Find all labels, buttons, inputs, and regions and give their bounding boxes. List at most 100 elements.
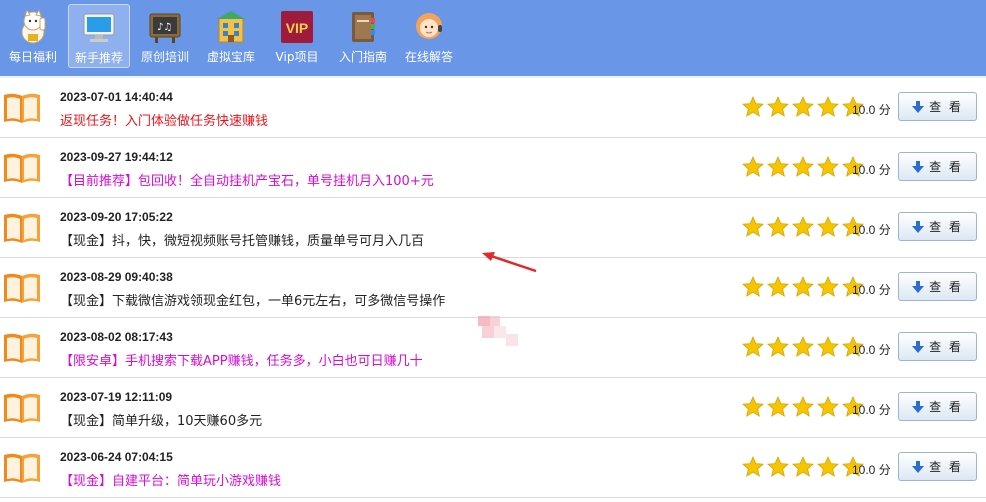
open-book-icon: [2, 91, 42, 125]
list-item: 2023-06-24 07:04:15 【现金】自建平台：简单玩小游戏赚钱 10.0…: [0, 438, 986, 498]
annotation-arrow: [482, 252, 537, 272]
open-book-icon: [2, 211, 42, 245]
score-text: 10.0 分: [852, 403, 891, 417]
view-button-label: 查 看: [929, 160, 963, 174]
download-arrow-icon: [912, 100, 925, 113]
star-icon: [742, 276, 764, 297]
view-button[interactable]: 查 看: [898, 92, 977, 121]
star-icon: [742, 336, 764, 357]
post-title-link[interactable]: 【现金】下载微信游戏领现金红包，一单6元左右，可多微信号操作: [60, 290, 445, 309]
post-title-link[interactable]: 【限安卓】手机搜索下载APP赚钱，任务多，小白也可日赚几十: [60, 350, 423, 369]
building-icon: [213, 10, 249, 44]
view-button-label: 查 看: [929, 460, 963, 474]
support-girl-icon: [411, 10, 447, 44]
score-text: 10.0 分: [852, 103, 891, 117]
post-title-link[interactable]: 【目前推荐】包回收！全自动挂机产宝石，单号挂机月入100+元: [60, 170, 434, 189]
star-rating: [742, 96, 867, 118]
top-nav: 每日福利 新手推荐 ♪♫ 原创培训 虚拟宝库 VIP Vip项目 入门指南 在线解答: [0, 0, 986, 78]
star-icon: [767, 216, 789, 237]
star-icon: [742, 156, 764, 177]
star-icon: [817, 216, 839, 237]
list-item: 2023-07-19 12:11:09 【现金】简单升级，10天赚60多元 10.0…: [0, 378, 986, 438]
star-rating: [742, 156, 867, 178]
lucky-cat-icon: [15, 8, 51, 44]
nav-label: 每日福利: [8, 50, 57, 64]
score-text: 10.0 分: [852, 223, 891, 237]
view-button[interactable]: 查 看: [898, 152, 977, 181]
post-title-link[interactable]: 【现金】抖，快，微短视频账号托管赚钱，质量单号可月入几百: [60, 230, 424, 249]
music-board-icon: ♪♫: [147, 10, 183, 44]
nav-label: 虚拟宝库: [206, 50, 255, 64]
post-title-link[interactable]: 【现金】简单升级，10天赚60多元: [60, 410, 262, 429]
star-icon: [767, 96, 789, 117]
star-icon: [767, 456, 789, 477]
nav-item-6[interactable]: 在线解答: [398, 4, 460, 68]
view-button[interactable]: 查 看: [898, 452, 977, 481]
view-button-label: 查 看: [929, 100, 963, 114]
post-title-link[interactable]: 返现任务！入门体验做任务快速赚钱: [60, 110, 268, 129]
post-date: 2023-07-19 12:11:09: [60, 390, 173, 404]
star-icon: [767, 156, 789, 177]
view-button-label: 查 看: [929, 340, 963, 354]
nav-item-5[interactable]: 入门指南: [332, 4, 394, 68]
view-button-label: 查 看: [929, 280, 963, 294]
download-arrow-icon: [912, 160, 925, 173]
nav-item-0[interactable]: 每日福利: [2, 4, 64, 68]
star-icon: [767, 336, 789, 357]
star-icon: [792, 456, 814, 477]
star-rating: [742, 336, 867, 358]
download-arrow-icon: [912, 460, 925, 473]
star-icon: [767, 276, 789, 297]
score-text: 10.0 分: [852, 463, 891, 477]
post-title-link[interactable]: 【现金】自建平台：简单玩小游戏赚钱: [60, 470, 281, 489]
download-arrow-icon: [912, 220, 925, 233]
book-icon: [345, 10, 381, 44]
star-icon: [792, 396, 814, 417]
article-list: 2023-07-01 14:40:44 返现任务！入门体验做任务快速赚钱 10.0 …: [0, 78, 986, 498]
star-icon: [792, 216, 814, 237]
nav-label: Vip项目: [275, 50, 319, 64]
view-button[interactable]: 查 看: [898, 332, 977, 361]
star-rating: [742, 396, 867, 418]
nav-label: 入门指南: [338, 50, 387, 64]
list-item: 2023-09-20 17:05:22 【现金】抖，快，微短视频账号托管赚钱，质量…: [0, 198, 986, 258]
vip-text: VIP: [286, 20, 309, 36]
nav-label: 在线解答: [404, 50, 453, 64]
computer-icon: [81, 11, 117, 45]
star-icon: [742, 396, 764, 417]
nav-item-3[interactable]: 虚拟宝库: [200, 4, 262, 68]
nav-item-2[interactable]: ♪♫ 原创培训: [134, 4, 196, 68]
post-date: 2023-07-01 14:40:44: [60, 90, 173, 104]
star-icon: [817, 396, 839, 417]
list-item: 2023-09-27 19:44:12 【目前推荐】包回收！全自动挂机产宝石，单号…: [0, 138, 986, 198]
score-text: 10.0 分: [852, 163, 891, 177]
post-date: 2023-06-24 07:04:15: [60, 450, 173, 464]
view-button[interactable]: 查 看: [898, 272, 977, 301]
score-text: 10.0 分: [852, 343, 891, 357]
svg-text:♪♫: ♪♫: [157, 22, 172, 33]
star-icon: [742, 456, 764, 477]
post-date: 2023-08-29 09:40:38: [60, 270, 173, 284]
view-button-label: 查 看: [929, 220, 963, 234]
open-book-icon: [2, 391, 42, 425]
view-button[interactable]: 查 看: [898, 392, 977, 421]
nav-label: 原创培训: [140, 50, 189, 64]
blurred-watermark: [478, 316, 518, 346]
nav-label: 新手推荐: [74, 51, 123, 65]
download-arrow-icon: [912, 340, 925, 353]
vip-icon: VIP: [279, 10, 315, 44]
open-book-icon: [2, 331, 42, 365]
star-icon: [792, 336, 814, 357]
star-icon: [817, 456, 839, 477]
nav-item-1[interactable]: 新手推荐: [68, 4, 130, 68]
view-button[interactable]: 查 看: [898, 212, 977, 241]
view-button-label: 查 看: [929, 400, 963, 414]
list-item: 2023-07-01 14:40:44 返现任务！入门体验做任务快速赚钱 10.0 …: [0, 78, 986, 138]
star-icon: [792, 156, 814, 177]
star-icon: [792, 276, 814, 297]
post-date: 2023-09-20 17:05:22: [60, 210, 173, 224]
nav-item-4[interactable]: VIP Vip项目: [266, 4, 328, 68]
star-icon: [817, 156, 839, 177]
download-arrow-icon: [912, 280, 925, 293]
star-rating: [742, 276, 867, 298]
